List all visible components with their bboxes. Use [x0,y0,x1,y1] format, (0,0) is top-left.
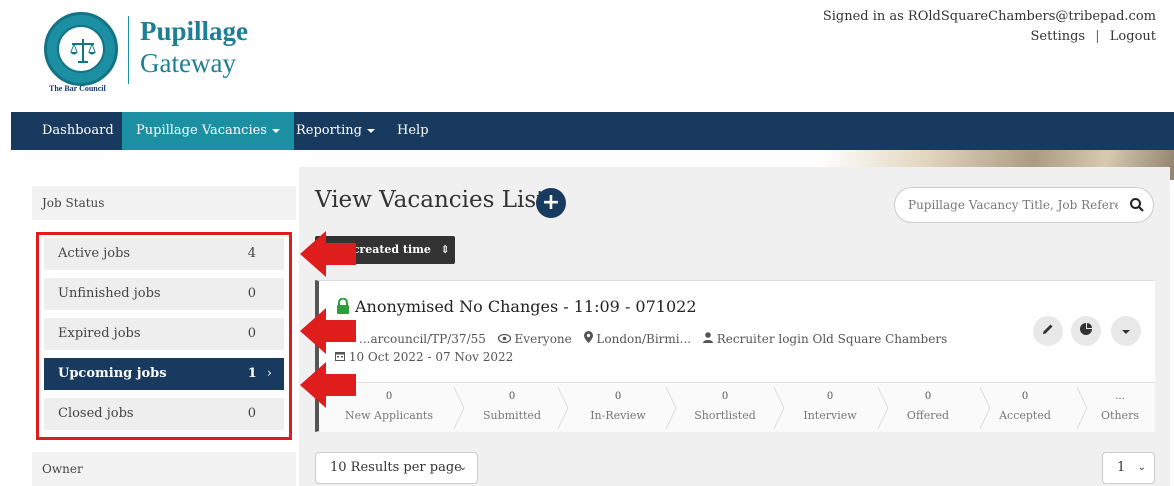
vacancy-reference: ...arcouncil/TP/37/55 [359,332,486,346]
settings-link[interactable]: Settings [1031,29,1086,44]
nav-help[interactable]: Help [383,112,443,150]
stage-interview[interactable]: 0 Interview [778,389,882,422]
applicant-stages: 0 New Applicants 0 Submitted 0 In-Review… [319,382,1155,432]
more-actions-dropdown[interactable] [1111,316,1141,346]
stage-count: 0 [508,391,516,402]
highlight-box [36,232,292,440]
nav-pupillage-vacancies-label: Pupillage Vacancies [136,123,267,138]
nav-reporting[interactable]: Reporting [282,112,389,150]
annotation-arrow-left-icon [300,308,356,354]
page-header: The Bar Council Pupillage Gateway Signed… [0,0,1174,112]
add-vacancy-button[interactable]: + [536,188,566,218]
search-placeholder: Pupillage Vacancy Title, Job Reference [908,198,1118,212]
vacancy-dates: 10 Oct 2022 - 07 Nov 2022 [335,350,513,364]
bar-council-seal-logo[interactable] [44,12,118,86]
stage-count: 0 [1021,391,1029,402]
chevron-down-icon: ⌄ [1137,462,1146,473]
page-select[interactable]: 1 ⌄ [1102,452,1155,484]
vacancy-title[interactable]: Anonymised No Changes - 11:09 - 071022 [355,297,697,316]
logo-caption: The Bar Council [49,84,106,93]
logo-divider [128,16,129,84]
stage-others[interactable]: ... Others [1068,389,1172,422]
stage-label: Submitted [482,409,541,422]
chevron-down-icon: ⌄ [458,462,467,473]
caret-down-icon [271,128,280,133]
stage-label: Shortlisted [694,409,756,422]
stage-shortlisted[interactable]: 0 Shortlisted [673,389,777,422]
stage-count: ... [1115,391,1125,402]
scales-icon [70,39,96,63]
user-icon [702,332,713,343]
map-pin-icon [583,331,593,343]
visibility: Everyone [497,332,572,346]
vacancy-meta: ...arcouncil/TP/37/55 Everyone London/Bi… [359,331,955,346]
nav-dashboard[interactable]: Dashboard [28,112,128,150]
job-status-heading: Job Status [32,186,296,220]
vacancies-panel: View Vacancies List + Pupillage Vacancy … [299,167,1170,486]
nav-reporting-label: Reporting [296,123,362,138]
logo-title-line1: Pupillage [140,16,249,46]
stage-in-review[interactable]: 0 In-Review [566,389,670,422]
caret-down-icon [366,128,375,133]
stage-accepted[interactable]: 0 Accepted [973,389,1077,422]
recruiter: Recruiter login Old Square Chambers [702,332,948,346]
nav-help-label: Help [397,123,429,138]
signed-in-text: Signed in as ROldSquareChambers@tribepad… [822,9,1156,24]
pencil-icon [1043,324,1053,334]
logout-link[interactable]: Logout [1110,29,1156,44]
stage-submitted[interactable]: 0 Submitted [460,389,564,422]
search-input[interactable]: Pupillage Vacancy Title, Job Reference [894,187,1154,223]
location-label: London/Birmi... [596,332,692,346]
annotation-arrow-left-icon [300,362,356,408]
caret-down-icon [1122,330,1130,334]
nav-dashboard-label: Dashboard [42,123,114,138]
header-links: Settings | Logout [1031,29,1156,44]
stage-label: Others [1101,409,1139,422]
stage-label: Accepted [999,409,1051,422]
page-title: View Vacancies List [315,187,546,213]
stage-count: 0 [721,391,729,402]
main-navbar: Dashboard Pupillage Vacancies Reporting … [11,112,1174,150]
pie-chart-icon [1080,323,1092,335]
stage-offered[interactable]: 0 Offered [876,389,980,422]
logo-title-line2: Gateway [140,48,236,78]
owner-heading: Owner [32,452,296,486]
location: London/Birmi... [583,331,692,346]
vacancy-card: Anonymised No Changes - 11:09 - 071022 .… [315,280,1155,432]
eye-icon [497,333,511,344]
nav-pupillage-vacancies[interactable]: Pupillage Vacancies [122,112,294,150]
recruiter-label: Recruiter login Old Square Chambers [716,332,948,346]
stats-button[interactable] [1071,316,1101,346]
annotation-arrow-left-icon [300,231,356,277]
edit-button[interactable] [1033,316,1063,346]
stage-label: In-Review [590,409,646,422]
results-per-page-value: 10 Results per page [330,460,462,475]
link-separator: | [1095,29,1100,44]
visibility-label: Everyone [514,332,572,346]
sort-icon: ⇕ [440,243,450,256]
stage-label: Interview [803,409,857,422]
stage-label: Offered [906,409,950,422]
stage-count: 0 [826,391,834,402]
results-per-page-select[interactable]: 10 Results per page ⌄ [315,452,478,484]
stage-count: 0 [614,391,622,402]
stage-label: New Applicants [345,409,433,422]
page-value: 1 [1117,460,1126,475]
search-icon[interactable] [1129,197,1145,213]
vacancy-date-range: 10 Oct 2022 - 07 Nov 2022 [348,350,514,364]
stage-count: 0 [924,391,932,402]
